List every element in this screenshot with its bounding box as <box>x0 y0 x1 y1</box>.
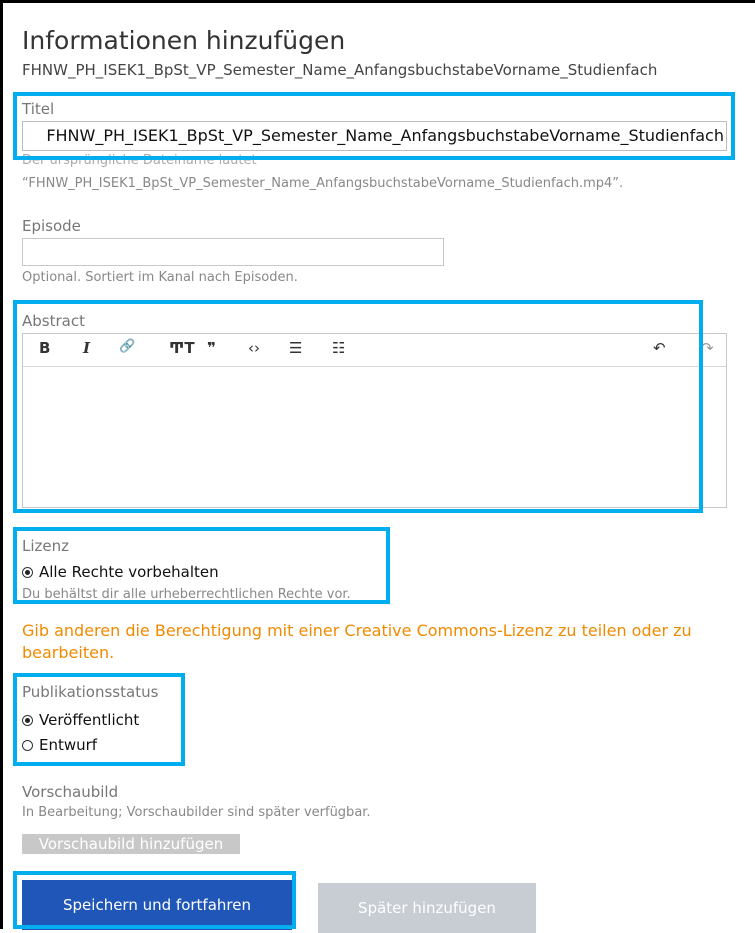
status-option-label: Veröffentlicht <box>39 711 140 729</box>
abstract-editor[interactable]: B I 🔗 ͲT ❞ ‹› ☰ ☷ ↶ ↷ <box>22 333 727 508</box>
numbered-list-icon[interactable]: ☷ <box>332 339 345 357</box>
titel-input[interactable]: FHNW_PH_ISEK1_BpSt_VP_Semester_Name_Anfa… <box>22 121 727 151</box>
lizenz-option-label: Alle Rechte vorbehalten <box>39 563 219 581</box>
vorschaubild-hint: In Bearbeitung; Vorschaubilder sind spät… <box>22 805 371 820</box>
lizenz-option-alle-rechte[interactable]: Alle Rechte vorbehalten <box>22 563 219 581</box>
italic-icon[interactable]: I <box>83 339 90 357</box>
titel-input-value: FHNW_PH_ISEK1_BpSt_VP_Semester_Name_Anfa… <box>46 126 724 145</box>
status-option-label: Entwurf <box>39 736 98 754</box>
episode-hint: Optional. Sortiert im Kanal nach Episode… <box>22 270 298 285</box>
frame-border-left <box>0 0 3 929</box>
episode-label: Episode <box>22 217 81 235</box>
lizenz-label: Lizenz <box>22 537 70 555</box>
status-option-entwurf[interactable]: Entwurf <box>22 736 97 754</box>
save-and-continue-button[interactable]: Speichern und fortfahren <box>22 880 292 930</box>
bold-icon[interactable]: B <box>39 339 50 357</box>
creative-commons-link[interactable]: Gib anderen die Berechtigung mit einer C… <box>22 620 722 664</box>
undo-icon[interactable]: ↶ <box>653 339 666 357</box>
code-icon[interactable]: ‹› <box>248 339 260 357</box>
titel-label: Titel <box>22 100 55 118</box>
add-later-button[interactable]: Später hinzufügen <box>318 883 536 933</box>
redo-icon[interactable]: ↷ <box>701 339 714 357</box>
text-size-icon[interactable]: ͲT <box>169 339 195 357</box>
radio-unchecked-icon[interactable] <box>22 740 33 751</box>
titel-hint: Der ursprüngliche Dateiname lautet <box>22 153 257 168</box>
abstract-label: Abstract <box>22 312 85 330</box>
episode-input[interactable] <box>22 238 444 266</box>
quote-icon[interactable]: ❞ <box>207 339 216 357</box>
editor-toolbar: B I 🔗 ͲT ❞ ‹› ☰ ☷ ↶ ↷ <box>23 334 726 367</box>
link-icon[interactable]: 🔗 <box>119 339 135 354</box>
publikationsstatus-label: Publikationsstatus <box>22 683 159 701</box>
lizenz-hint: Du behältst dir alle urheberrechtlichen … <box>22 587 351 602</box>
radio-checked-icon[interactable] <box>22 715 33 726</box>
radio-checked-icon[interactable] <box>22 567 33 578</box>
titel-original-filename: “FHNW_PH_ISEK1_BpSt_VP_Semester_Name_Anf… <box>22 176 624 191</box>
vorschaubild-label: Vorschaubild <box>22 783 119 801</box>
add-thumbnail-button[interactable]: Vorschaubild hinzufügen <box>22 834 240 854</box>
page-title: Informationen hinzufügen <box>22 26 346 55</box>
frame-border-top <box>0 0 755 3</box>
status-option-veroeffentlicht[interactable]: Veröffentlicht <box>22 711 139 729</box>
bullet-list-icon[interactable]: ☰ <box>289 339 302 357</box>
page-subtitle-filename: FHNW_PH_ISEK1_BpSt_VP_Semester_Name_Anfa… <box>22 61 658 79</box>
